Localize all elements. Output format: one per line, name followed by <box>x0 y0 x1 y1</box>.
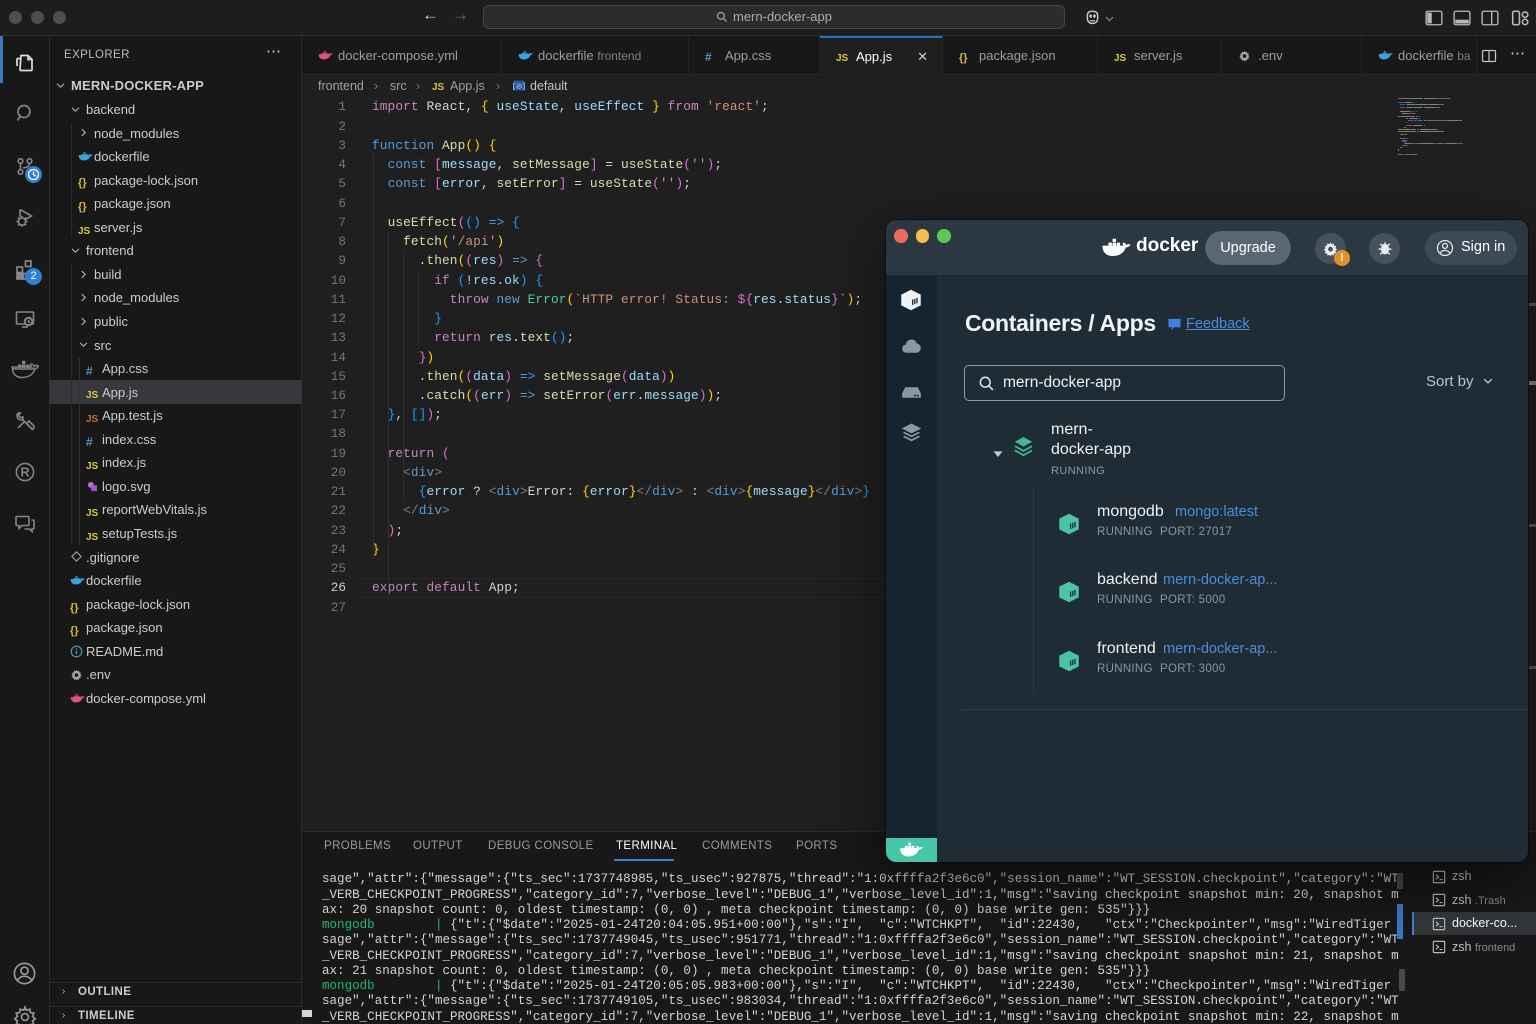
svg-text:R: R <box>20 465 29 479</box>
svg-text:[⊘]: [⊘] <box>512 83 526 91</box>
